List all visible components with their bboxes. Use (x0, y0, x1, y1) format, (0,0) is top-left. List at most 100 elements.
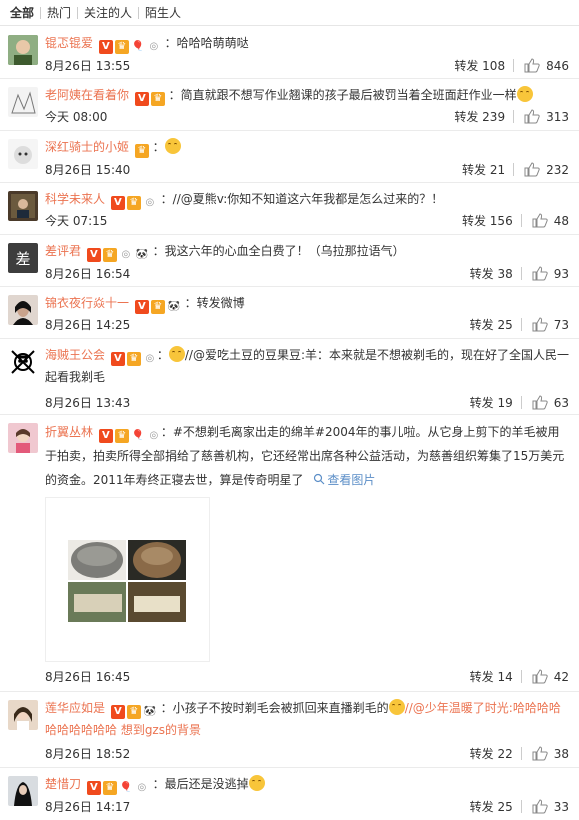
ring-icon[interactable]: ◎ (147, 40, 161, 54)
verified-v-icon[interactable]: V (110, 196, 125, 210)
balloon-icon[interactable]: 🎈 (119, 781, 133, 795)
tab-following[interactable]: 关注的人 (78, 4, 138, 21)
repost-button[interactable]: 转发 22 (470, 745, 513, 762)
timestamp: 8月26日 15:40 (45, 163, 131, 177)
ring-icon[interactable]: ◎ (119, 248, 133, 262)
vip-crown-icon[interactable]: ♛ (126, 352, 141, 366)
avatar[interactable]: 差 (8, 243, 38, 273)
thumbs-up-icon (532, 213, 548, 228)
like-button[interactable]: 48 (532, 213, 569, 228)
like-button[interactable]: 42 (532, 669, 569, 684)
laugh-cry-emoji-icon (248, 775, 265, 791)
comment-content: 锦衣夜行焱十一 V ♛ 🐼 ：转发微博 (45, 292, 571, 314)
repost-button[interactable]: 转发 21 (462, 161, 505, 178)
balloon-icon[interactable]: 🎈 (131, 429, 145, 443)
comment-item: 差 差评君 V ♛ ◎ 🐼 ：我这六年的心血全白费了！（乌拉那拉语气） 8月26日 1… (0, 235, 579, 287)
vip-crown-icon[interactable]: ♛ (150, 300, 165, 314)
repost-button[interactable]: 转发 25 (470, 798, 513, 815)
comment-content: 海贼王公会 V ♛ ◎：//@爱吃土豆的豆果豆:羊：本来就是不想被剃毛的，现在好了全… (45, 346, 569, 384)
verified-v-icon[interactable]: V (86, 248, 101, 262)
like-button[interactable]: 93 (532, 266, 569, 281)
username[interactable]: 楚惜刀 (45, 777, 81, 791)
repost-button[interactable]: 转发 38 (470, 265, 513, 282)
ring-icon[interactable]: ◎ (143, 352, 157, 366)
avatar[interactable] (8, 139, 38, 169)
ring-icon[interactable]: ◎ (135, 781, 149, 795)
like-count: 42 (553, 669, 569, 684)
verified-v-icon[interactable]: V (134, 92, 149, 106)
laugh-emoji-icon (164, 138, 181, 154)
vip-crown-icon[interactable]: ♛ (114, 429, 129, 443)
verified-v-icon[interactable]: V (110, 705, 125, 719)
verified-v-icon[interactable]: V (110, 352, 125, 366)
repost-button[interactable]: 转发 25 (470, 316, 513, 333)
username[interactable]: 科学未来人 (45, 192, 105, 206)
like-button[interactable]: 38 (532, 746, 569, 761)
verified-v-icon[interactable]: V (134, 300, 149, 314)
panda-icon[interactable]: 🐼 (167, 300, 181, 314)
username[interactable]: 差评君 (45, 244, 81, 258)
ring-icon[interactable]: ◎ (143, 196, 157, 210)
username[interactable]: 锟忑锟爱 (45, 36, 93, 50)
timestamp: 今天 07:15 (45, 214, 108, 228)
comment-item: 锟忑锟爱 V ♛ 🎈 ◎ ：哈哈哈萌萌哒 8月26日 13:55 转发 108 846 (0, 27, 579, 79)
panda-icon[interactable]: 🐼 (143, 705, 157, 719)
like-button[interactable]: 313 (524, 109, 569, 124)
verified-v-icon[interactable]: V (86, 781, 101, 795)
vip-crown-icon[interactable]: ♛ (102, 248, 117, 262)
tab-hot[interactable]: 热门 (41, 4, 77, 21)
avatar[interactable] (8, 35, 38, 65)
comment-item: 海贼王公会 V ♛ ◎：//@爱吃土豆的豆果豆:羊：本来就是不想被剃毛的，现在好了全… (0, 339, 579, 415)
username[interactable]: 莲华应如是 (45, 701, 105, 715)
like-button[interactable]: 73 (532, 317, 569, 332)
view-image-link[interactable]: 查看图片 (307, 473, 375, 487)
timestamp: 8月26日 18:52 (45, 747, 131, 761)
timestamp: 8月26日 13:43 (45, 396, 131, 410)
username[interactable]: 海贼王公会 (45, 348, 105, 362)
vip-crown-icon[interactable]: ♛ (150, 92, 165, 106)
like-button[interactable]: 33 (532, 799, 569, 814)
like-count: 93 (553, 266, 569, 281)
comment-text: ：//@夏熊v:你知不知道这六年我都是怎么过来的？！ (160, 192, 444, 206)
like-button[interactable]: 846 (524, 58, 569, 73)
repost-button[interactable]: 转发 19 (470, 394, 513, 411)
avatar[interactable] (8, 700, 38, 730)
grin-emoji-icon (388, 699, 405, 715)
tab-all[interactable]: 全部 (4, 4, 40, 21)
username[interactable]: 老阿姨在看着你 (45, 88, 129, 102)
avatar[interactable] (8, 423, 38, 453)
tab-strangers[interactable]: 陌生人 (139, 4, 187, 21)
avatar[interactable] (8, 295, 38, 325)
like-button[interactable]: 232 (524, 162, 569, 177)
verified-v-icon[interactable]: V (98, 40, 113, 54)
avatar[interactable] (8, 87, 38, 117)
username[interactable]: 锦衣夜行焱十一 (45, 296, 129, 310)
attached-image[interactable] (45, 497, 210, 662)
comment-content: 老阿姨在看着你 V ♛ ：简直就跟不想写作业翘课的孩子最后被罚当着全班面赶作业一样 (45, 84, 571, 106)
repost-button[interactable]: 转发 156 (462, 212, 513, 229)
verified-v-icon[interactable]: V (98, 429, 113, 443)
comment-item: 折翼丛林 V ♛ 🎈 ◎ ：#不想剃毛离家出走的绵羊#2004年的事儿啦。从它身上剪下的… (0, 415, 579, 692)
repost-button[interactable]: 转发 239 (454, 108, 505, 125)
panda-icon[interactable]: 🐼 (135, 248, 149, 262)
repost-button[interactable]: 转发 108 (454, 57, 505, 74)
username[interactable]: 折翼丛林 (45, 425, 93, 439)
vip-crown-icon[interactable]: ♛ (134, 144, 149, 158)
thumbs-up-icon (532, 317, 548, 332)
vip-crown-icon[interactable]: ♛ (126, 705, 141, 719)
comment-content: 深红骑士的小姬 ♛ ： (45, 136, 571, 158)
avatar[interactable] (8, 191, 38, 221)
balloon-icon[interactable]: 🎈 (131, 40, 145, 54)
vip-crown-icon[interactable]: ♛ (102, 781, 117, 795)
ring-icon[interactable]: ◎ (147, 429, 161, 443)
avatar[interactable] (8, 776, 38, 806)
username[interactable]: 深红骑士的小姬 (45, 140, 129, 154)
repost-button[interactable]: 转发 14 (470, 668, 513, 685)
like-button[interactable]: 63 (532, 395, 569, 410)
comment-item: 深红骑士的小姬 ♛ ： 8月26日 15:40 转发 21 232 (0, 131, 579, 183)
thumbs-up-icon (532, 746, 548, 761)
vip-crown-icon[interactable]: ♛ (114, 40, 129, 54)
divider (513, 110, 515, 123)
avatar[interactable] (8, 347, 38, 377)
vip-crown-icon[interactable]: ♛ (126, 196, 141, 210)
